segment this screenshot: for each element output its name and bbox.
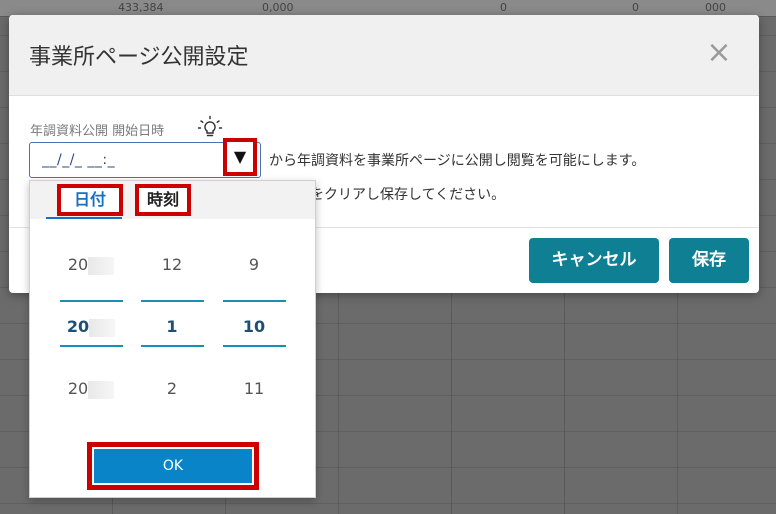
year-next[interactable]: 20 <box>60 379 122 399</box>
datetime-dropdown-button[interactable]: ▼ <box>223 138 257 176</box>
month-selected[interactable]: 1 <box>141 317 203 336</box>
ok-button-highlight: OK <box>87 442 259 490</box>
month-selection-bottom-line <box>141 345 204 347</box>
description-line-1: から年調資料を事業所ページに公開し閲覧を可能にします。 <box>269 153 646 169</box>
datetime-input-value: __/_/_ __:_ <box>42 152 116 168</box>
description-line-2: をクリアし保存してください。 <box>310 187 506 203</box>
redacted-digits <box>88 256 115 275</box>
year-selection-top-line <box>60 300 123 302</box>
background-cell: 0 <box>632 1 639 14</box>
redacted-digits <box>88 380 115 399</box>
year-prev[interactable]: 20 <box>60 255 122 275</box>
month-column[interactable]: 12 1 2 <box>141 181 203 431</box>
background-cell: 433,384 <box>118 1 164 14</box>
field-label: 年調資料公開 開始日時 <box>30 124 165 139</box>
datetime-picker: 日付 時刻 20 20 20 12 1 2 9 10 11 OK <box>29 180 316 498</box>
redacted-digits <box>89 318 116 337</box>
year-column[interactable]: 20 20 20 <box>60 181 122 431</box>
month-prev[interactable]: 12 <box>141 255 203 274</box>
day-selected[interactable]: 10 <box>223 317 285 336</box>
save-button[interactable]: 保存 <box>669 238 749 283</box>
background-cell: 0,000 <box>262 1 294 14</box>
day-selection-top-line <box>223 300 286 302</box>
background-cell: 000 <box>705 1 726 14</box>
day-selection-bottom-line <box>223 345 286 347</box>
month-next[interactable]: 2 <box>141 379 203 398</box>
day-column[interactable]: 9 10 11 <box>223 181 285 431</box>
month-selection-top-line <box>141 300 204 302</box>
day-next[interactable]: 11 <box>223 379 285 398</box>
close-button[interactable]: × <box>705 38 733 68</box>
background-cell: 0 <box>500 1 507 14</box>
dialog-header: 事業所ページ公開設定 × <box>9 15 759 96</box>
year-selection-bottom-line <box>60 345 123 347</box>
dialog-title: 事業所ページ公開設定 <box>29 45 249 70</box>
lightbulb-icon[interactable] <box>197 115 223 141</box>
year-selected[interactable]: 20 <box>60 317 122 337</box>
ok-button[interactable]: OK <box>94 449 252 483</box>
day-prev[interactable]: 9 <box>223 255 285 274</box>
cancel-button[interactable]: キャンセル <box>529 238 659 283</box>
